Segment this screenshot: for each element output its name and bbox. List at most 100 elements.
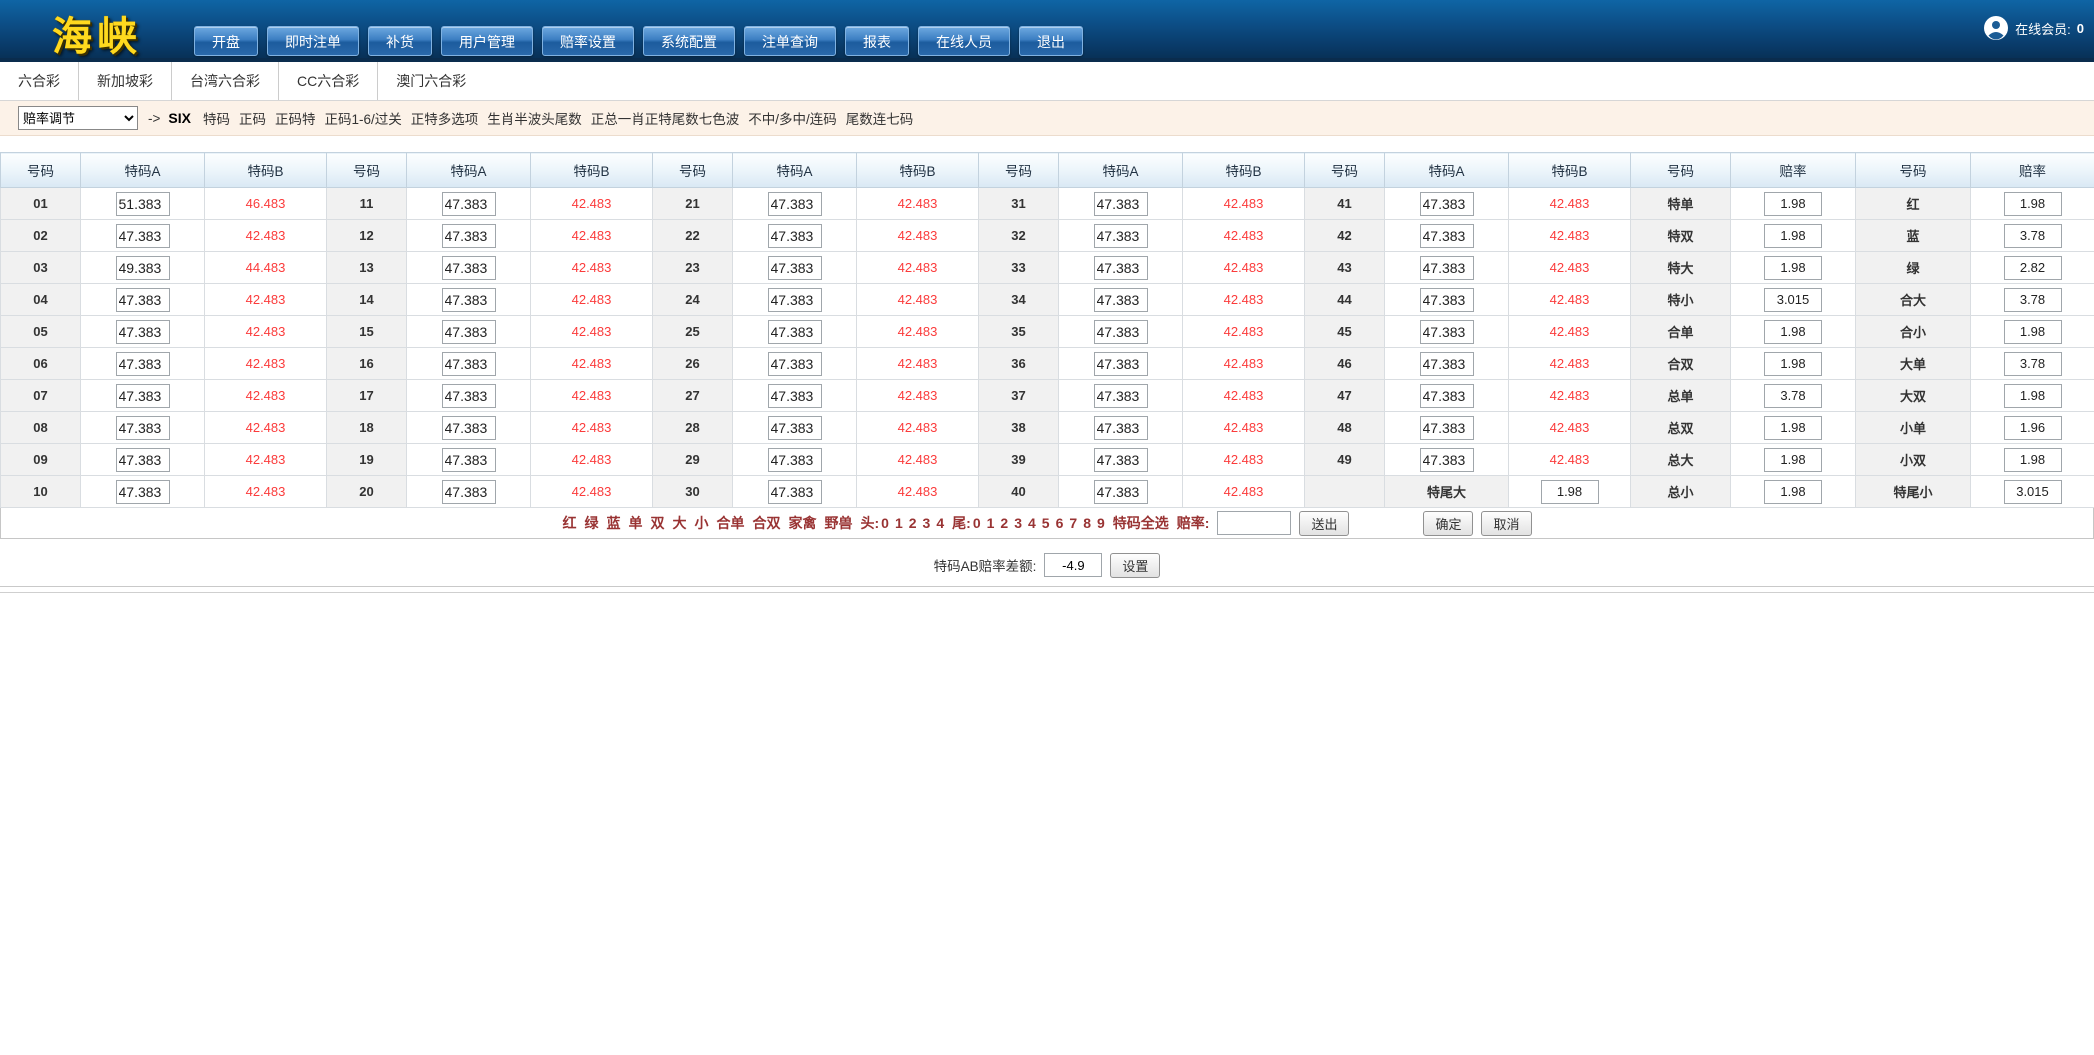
quick-select-link[interactable]: 家禽 <box>788 513 816 533</box>
head-digit-link[interactable]: 1 <box>895 515 903 531</box>
quick-select-link[interactable]: 绿 <box>584 513 598 533</box>
breadcrumb-link[interactable]: 正码1-6/过关 <box>324 108 401 128</box>
tail-digit-link[interactable]: 2 <box>1000 515 1008 531</box>
nav-button[interactable]: 赔率设置 <box>542 26 634 56</box>
bet-odds-input[interactable] <box>1764 288 1822 312</box>
odds-a-input[interactable] <box>768 192 822 216</box>
breadcrumb-link[interactable]: 正特多选项 <box>411 108 479 128</box>
lottery-tab[interactable]: CC六合彩 <box>279 62 378 100</box>
odds-a-input[interactable] <box>1094 448 1148 472</box>
odds-a-input[interactable] <box>768 320 822 344</box>
odds-a-input[interactable] <box>442 480 496 504</box>
breadcrumb-link[interactable]: 生肖半波头尾数 <box>487 108 582 128</box>
odds-a-input[interactable] <box>1420 192 1474 216</box>
odds-a-input[interactable] <box>1420 448 1474 472</box>
bet-odds-input[interactable] <box>1764 224 1822 248</box>
bet-odds-input[interactable] <box>2004 224 2062 248</box>
bet-odds-input[interactable] <box>1764 256 1822 280</box>
odds-a-input[interactable] <box>116 384 170 408</box>
lottery-tab[interactable]: 新加坡彩 <box>79 62 172 100</box>
nav-button[interactable]: 注单查询 <box>744 26 836 56</box>
cancel-button[interactable]: 取消 <box>1481 511 1531 536</box>
ab-diff-input[interactable] <box>1044 553 1102 577</box>
odds-a-input[interactable] <box>442 256 496 280</box>
odds-a-input[interactable] <box>116 416 170 440</box>
breadcrumb-link[interactable]: 不中/多中/连码 <box>748 108 837 128</box>
tail-digit-link[interactable]: 4 <box>1028 515 1036 531</box>
odds-a-input[interactable] <box>442 288 496 312</box>
odds-a-input[interactable] <box>116 224 170 248</box>
odds-a-input[interactable] <box>1420 224 1474 248</box>
odds-a-input[interactable] <box>768 480 822 504</box>
bet-odds-input[interactable] <box>1764 416 1822 440</box>
nav-button[interactable]: 补货 <box>368 26 432 56</box>
tail-digit-link[interactable]: 7 <box>1069 515 1077 531</box>
odds-a-input[interactable] <box>1094 480 1148 504</box>
head-digit-link[interactable]: 4 <box>936 515 944 531</box>
breadcrumb-link[interactable]: 特码 <box>203 108 230 128</box>
tail-digit-link[interactable]: 0 <box>973 515 981 531</box>
select-all-link[interactable]: 特码全选 <box>1113 513 1169 533</box>
bet-odds-input[interactable] <box>1541 480 1599 504</box>
bet-odds-input[interactable] <box>2004 384 2062 408</box>
odds-a-input[interactable] <box>1094 192 1148 216</box>
odds-a-input[interactable] <box>116 288 170 312</box>
odds-a-input[interactable] <box>1420 352 1474 376</box>
tail-digit-link[interactable]: 9 <box>1097 515 1105 531</box>
odds-a-input[interactable] <box>116 256 170 280</box>
quick-select-link[interactable]: 大 <box>672 513 686 533</box>
bet-odds-input[interactable] <box>2004 448 2062 472</box>
bet-odds-input[interactable] <box>1764 480 1822 504</box>
bet-odds-input[interactable] <box>1764 352 1822 376</box>
nav-button[interactable]: 报表 <box>845 26 909 56</box>
lottery-tab[interactable]: 澳门六合彩 <box>378 62 484 100</box>
bet-odds-input[interactable] <box>2004 416 2062 440</box>
quick-select-link[interactable]: 双 <box>650 513 664 533</box>
odds-a-input[interactable] <box>1094 288 1148 312</box>
head-digit-link[interactable]: 3 <box>923 515 931 531</box>
bet-odds-input[interactable] <box>2004 480 2062 504</box>
odds-a-input[interactable] <box>768 288 822 312</box>
tail-digit-link[interactable]: 1 <box>987 515 995 531</box>
odds-a-input[interactable] <box>116 352 170 376</box>
odds-a-input[interactable] <box>442 320 496 344</box>
bet-odds-input[interactable] <box>1764 192 1822 216</box>
quick-select-link[interactable]: 小 <box>694 513 708 533</box>
odds-a-input[interactable] <box>442 384 496 408</box>
tail-digit-link[interactable]: 8 <box>1083 515 1091 531</box>
bet-odds-input[interactable] <box>2004 256 2062 280</box>
breadcrumb-link[interactable]: 尾数连七码 <box>846 108 914 128</box>
lottery-tab[interactable]: 台湾六合彩 <box>172 62 279 100</box>
odds-a-input[interactable] <box>1094 416 1148 440</box>
nav-button[interactable]: 开盘 <box>194 26 258 56</box>
bet-odds-input[interactable] <box>1764 448 1822 472</box>
odds-a-input[interactable] <box>768 384 822 408</box>
odds-a-input[interactable] <box>116 192 170 216</box>
quick-select-link[interactable]: 合单 <box>716 513 744 533</box>
odds-a-input[interactable] <box>442 352 496 376</box>
bet-odds-input[interactable] <box>2004 320 2062 344</box>
odds-a-input[interactable] <box>442 448 496 472</box>
odds-a-input[interactable] <box>442 224 496 248</box>
odds-mode-select[interactable]: 赔率调节 <box>18 106 138 130</box>
odds-a-input[interactable] <box>1420 416 1474 440</box>
quick-select-link[interactable]: 蓝 <box>606 513 620 533</box>
bet-odds-input[interactable] <box>2004 192 2062 216</box>
odds-a-input[interactable] <box>1420 288 1474 312</box>
bet-odds-input[interactable] <box>1764 384 1822 408</box>
head-digit-link[interactable]: 2 <box>909 515 917 531</box>
breadcrumb-link[interactable]: 正码 <box>239 108 266 128</box>
quick-select-link[interactable]: 合双 <box>752 513 780 533</box>
odds-a-input[interactable] <box>768 448 822 472</box>
odds-a-input[interactable] <box>116 448 170 472</box>
odds-a-input[interactable] <box>1094 320 1148 344</box>
bet-odds-input[interactable] <box>2004 288 2062 312</box>
odds-a-input[interactable] <box>442 416 496 440</box>
odds-a-input[interactable] <box>442 192 496 216</box>
quick-select-link[interactable]: 红 <box>562 513 576 533</box>
breadcrumb-link[interactable]: 正总一肖正特尾数七色波 <box>591 108 740 128</box>
quick-select-link[interactable]: 野兽 <box>824 513 852 533</box>
tail-digit-link[interactable]: 5 <box>1042 515 1050 531</box>
odds-a-input[interactable] <box>116 320 170 344</box>
nav-button[interactable]: 系统配置 <box>643 26 735 56</box>
